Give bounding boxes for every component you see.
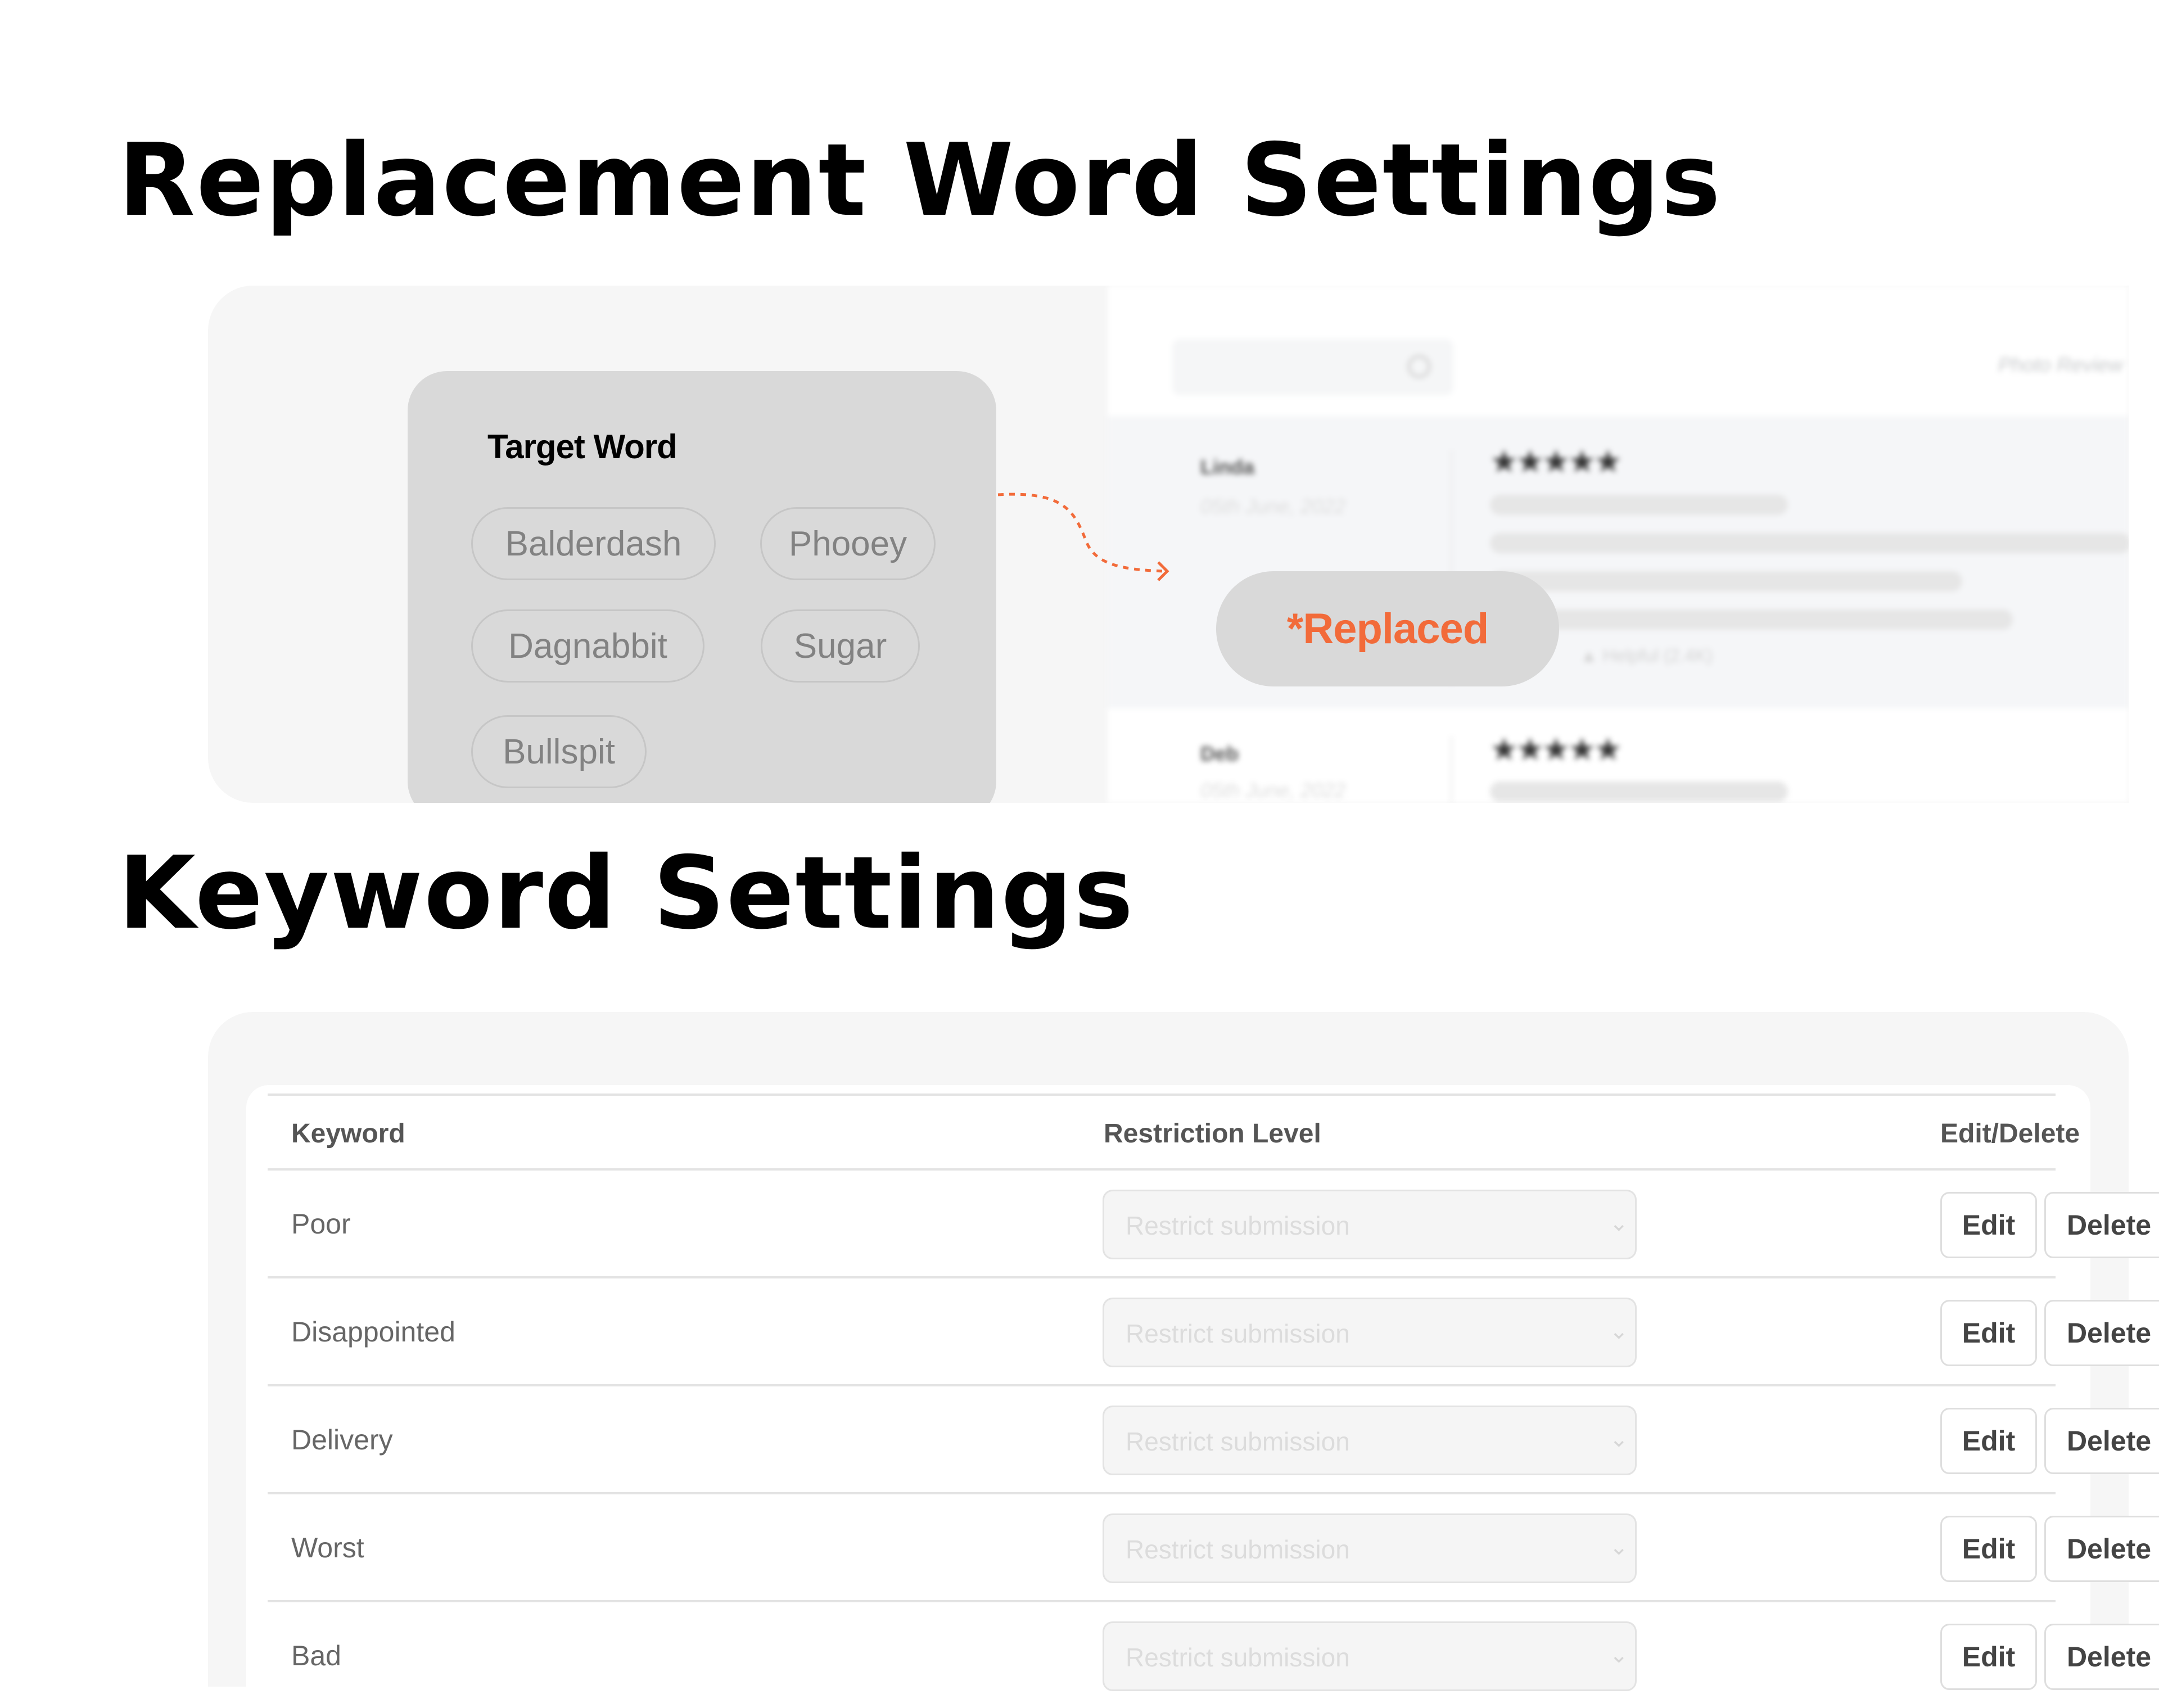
keyword-table: Keyword Restriction Level Edit/Delete Po… [268, 1094, 2159, 1708]
table-row: Delivery Restrict submission ⌄ Edit Dele… [268, 1384, 2159, 1492]
table-row: Disappointed Restrict submission ⌄ Edit … [268, 1276, 2159, 1384]
keyword-cell: Poor [291, 1208, 351, 1240]
restriction-level-value: Restrict submission [1126, 1319, 1350, 1348]
delete-button[interactable]: Delete [2044, 1516, 2159, 1582]
keyword-cell: Worst [291, 1532, 364, 1564]
restriction-level-select[interactable]: Restrict submission ⌄ [1103, 1298, 1637, 1367]
restriction-level-value: Restrict submission [1126, 1535, 1350, 1564]
review-date: 05th June, 2022 [1200, 779, 1346, 802]
keyword-cell: Bad [291, 1640, 341, 1671]
replacement-word-settings-title: Replacement Word Settings [118, 122, 1722, 238]
review-text-line [1490, 781, 1788, 802]
target-word-chip[interactable]: Bullspit [471, 715, 647, 788]
delete-button[interactable]: Delete [2044, 1624, 2159, 1690]
chevron-down-icon: ⌄ [1609, 1427, 1628, 1452]
edit-button[interactable]: Edit [1940, 1516, 2037, 1582]
review-text-line [1490, 609, 2013, 630]
star-rating: ★★★★★ [1490, 731, 1622, 767]
edit-button[interactable]: Edit [1940, 1624, 2037, 1690]
target-word-chip[interactable]: Sugar [761, 609, 920, 683]
restriction-level-value: Restrict submission [1126, 1211, 1350, 1240]
keyword-cell: Disappointed [291, 1316, 455, 1348]
review-divider [1451, 736, 1452, 803]
target-word-panel: Target Word Balderdash Phooey Dagnabbit … [408, 371, 996, 803]
table-row: Poor Restrict submission ⌄ Edit Delete [268, 1168, 2159, 1276]
search-icon [1407, 355, 1431, 378]
delete-button[interactable]: Delete [2044, 1408, 2159, 1474]
helpful-button[interactable]: ▲ Helpful (2.4K) [1580, 645, 1713, 666]
review-search-input[interactable] [1172, 339, 1453, 395]
keyword-cell: Delivery [291, 1424, 393, 1456]
review-text-line [1490, 571, 1962, 591]
restriction-level-select[interactable]: Restrict submission ⌄ [1103, 1621, 1637, 1691]
replaced-word-chip: *Replaced [1216, 571, 1559, 686]
edit-button[interactable]: Edit [1940, 1192, 2037, 1258]
target-word-chip[interactable]: Dagnabbit [471, 609, 704, 683]
keyword-settings-card: Keyword Restriction Level Edit/Delete Po… [208, 1012, 2159, 1704]
review-text-line [1490, 495, 1788, 515]
replacement-arrow-icon [997, 492, 1169, 581]
review-preview-panel: Photo Review Linda 05th June, 2022 ★★★★★… [1108, 286, 2129, 803]
review-item: Deb 05th June, 2022 ★★★★★ [1108, 708, 2129, 803]
target-word-title: Target Word [487, 428, 677, 466]
replacement-settings-card: Photo Review Linda 05th June, 2022 ★★★★★… [208, 286, 2129, 803]
chevron-down-icon: ⌄ [1609, 1643, 1628, 1668]
restriction-level-value: Restrict submission [1126, 1427, 1350, 1456]
review-date: 05th June, 2022 [1200, 495, 1346, 518]
column-header-restriction: Restriction Level [1104, 1119, 1321, 1149]
restriction-level-select[interactable]: Restrict submission ⌄ [1103, 1190, 1637, 1259]
column-header-keyword: Keyword [291, 1119, 405, 1149]
delete-button[interactable]: Delete [2044, 1300, 2159, 1366]
restriction-level-select[interactable]: Restrict submission ⌄ [1103, 1513, 1637, 1583]
table-row: Worst Restrict submission ⌄ Edit Delete [268, 1492, 2159, 1600]
delete-button[interactable]: Delete [2044, 1192, 2159, 1258]
reviewer-name: Deb [1200, 742, 1239, 765]
photo-review-filter[interactable]: Photo Review [1998, 353, 2123, 377]
keyword-settings-title: Keyword Settings [118, 835, 1135, 951]
edit-button[interactable]: Edit [1940, 1300, 2037, 1366]
edit-button[interactable]: Edit [1940, 1408, 2037, 1474]
target-word-chip[interactable]: Balderdash [471, 507, 716, 580]
star-rating: ★★★★★ [1490, 444, 1622, 479]
table-header-row: Keyword Restriction Level Edit/Delete [268, 1094, 2080, 1168]
keyword-table-container: Keyword Restriction Level Edit/Delete Po… [246, 1085, 2159, 1704]
chevron-down-icon: ⌄ [1609, 1319, 1628, 1344]
chevron-down-icon: ⌄ [1609, 1211, 1628, 1236]
column-header-actions: Edit/Delete [1940, 1119, 2080, 1149]
review-text-line [1490, 533, 2129, 553]
chevron-down-icon: ⌄ [1609, 1535, 1628, 1560]
restriction-level-value: Restrict submission [1126, 1643, 1350, 1672]
target-word-chip[interactable]: Phooey [760, 507, 936, 580]
table-row: Bad Restrict submission ⌄ Edit Delete [268, 1600, 2159, 1708]
restriction-level-select[interactable]: Restrict submission ⌄ [1103, 1406, 1637, 1475]
thumbs-up-icon: ▲ [1580, 645, 1603, 666]
helpful-count: Helpful (2.4K) [1602, 645, 1713, 666]
